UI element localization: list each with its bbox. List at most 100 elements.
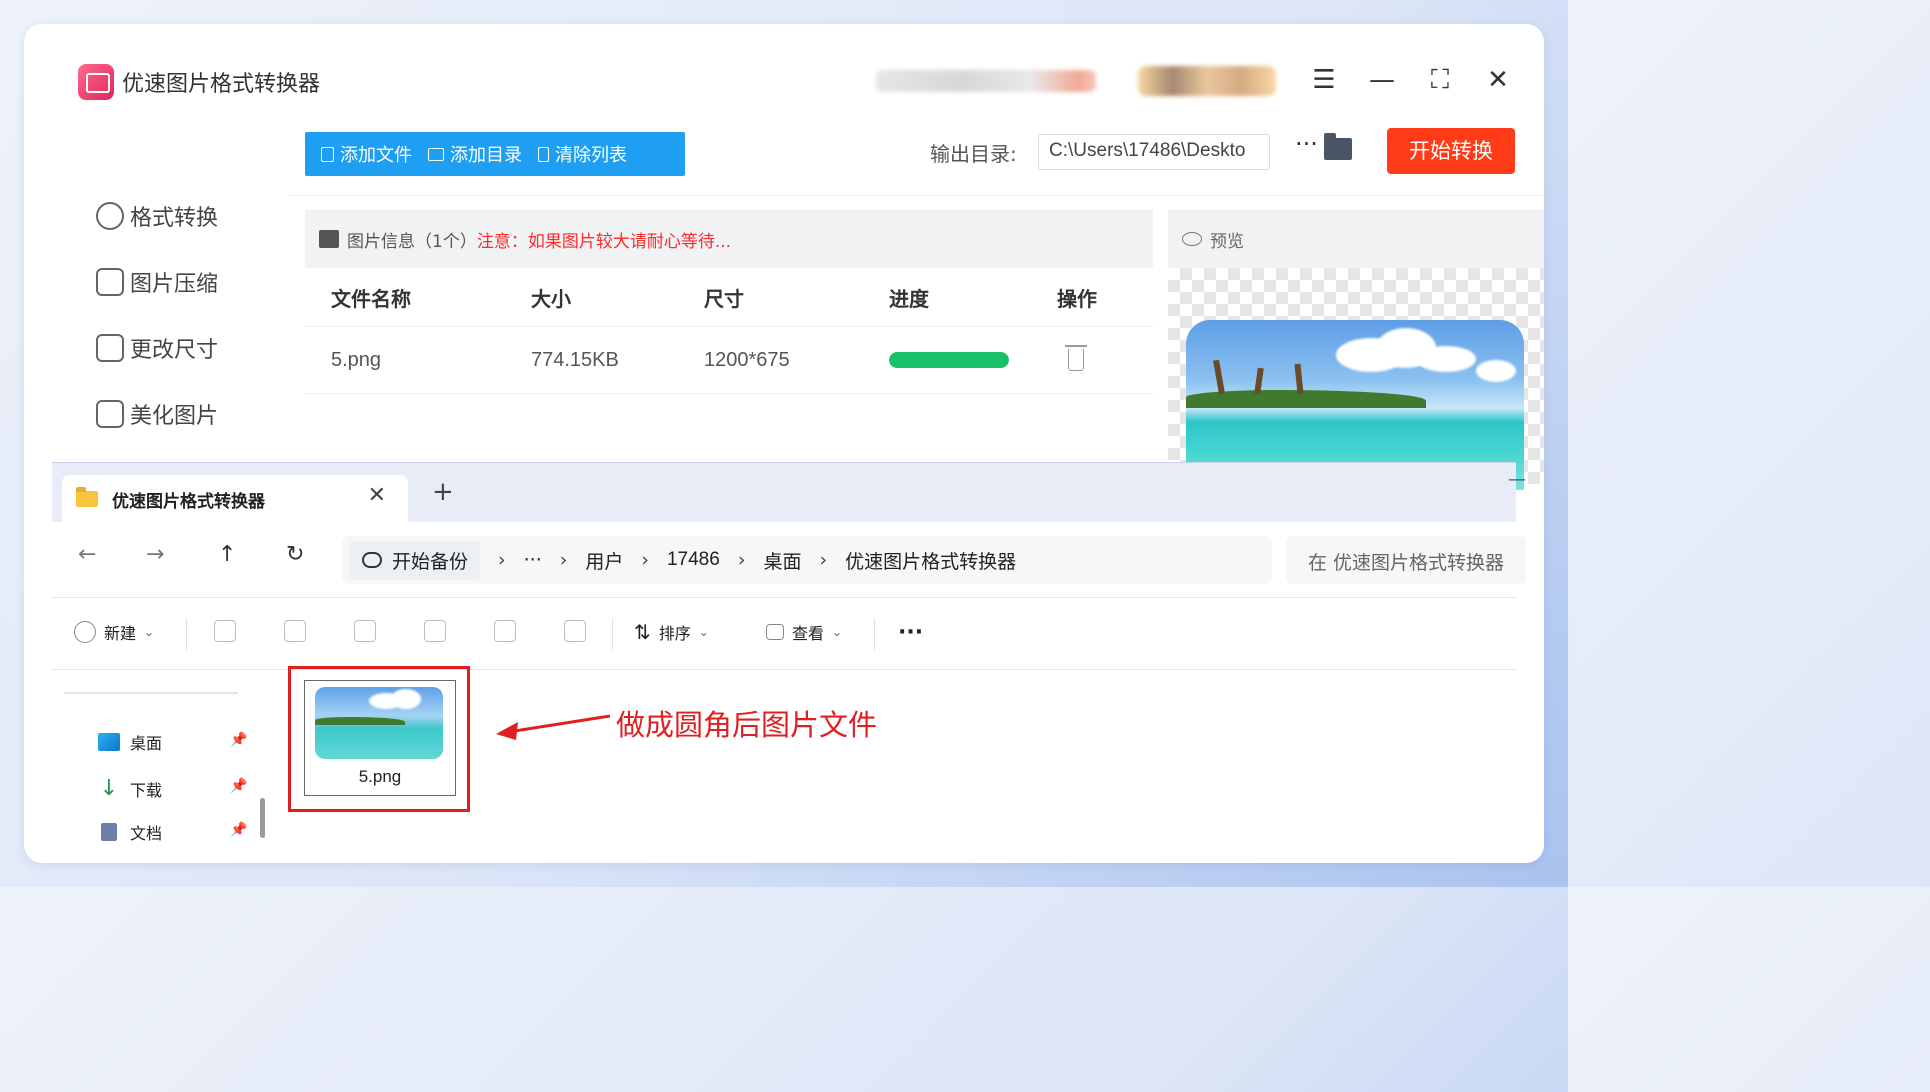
menu-icon[interactable]: ☰: [1306, 62, 1342, 98]
breadcrumb-item[interactable]: 17486: [667, 549, 720, 571]
tab-converter-folder[interactable]: 优速图片格式转换器 ✕: [62, 475, 408, 523]
add-dir-button[interactable]: 添加目录: [412, 141, 522, 167]
maximize-icon[interactable]: ⛶: [1422, 62, 1458, 98]
file-tile[interactable]: 5.png: [304, 680, 456, 796]
preview-eye-icon: [1182, 232, 1202, 246]
resize-icon: [96, 334, 124, 362]
toolbar: 添加文件 添加目录 清除列表 输出目录: C:\Users\17486\Desk…: [290, 108, 1544, 196]
more-options-button[interactable]: ···: [1295, 130, 1318, 158]
preview-title: 预览: [1210, 231, 1244, 252]
start-convert-button[interactable]: 开始转换: [1387, 128, 1515, 174]
sort-button[interactable]: ⇅ 排序 ⌄: [634, 620, 709, 644]
minimize-icon[interactable]: —: [1364, 62, 1400, 98]
refresh-icon[interactable]: ↻: [286, 542, 304, 567]
file-area: 5.png 做成圆角后图片文件: [284, 666, 1516, 842]
nav-item-downloads[interactable]: ↓ 下载: [98, 776, 162, 801]
nav-scrollbar[interactable]: [260, 798, 265, 838]
image-info-panel: 图片信息（1个） 注意：如果图片较大请耐心等待... 文件名称 大小 尺寸 进度…: [305, 210, 1153, 484]
annotation-arrow-icon: [496, 714, 611, 740]
sort-icon: ⇅: [634, 620, 651, 644]
app-logo-icon: [78, 64, 114, 100]
sidebar-item-label: 更改尺寸: [130, 338, 219, 363]
search-input[interactable]: 在 优速图片格式转换器: [1286, 536, 1526, 584]
address-bar[interactable]: 开始备份 › ··· › 用户 › 17486 › 桌面 › 优速图片格式转换器: [342, 536, 1272, 584]
blurred-account-info: [876, 70, 1096, 92]
more-commands-button[interactable]: ···: [898, 620, 923, 645]
paste-icon[interactable]: [354, 620, 376, 642]
table-header: 文件名称 大小 尺寸 进度 操作: [305, 268, 1153, 326]
address-row: ← → ↑ ↻ 开始备份 › ··· › 用户 › 17486 › 桌面 › 优…: [52, 522, 1526, 598]
forward-arrow-icon[interactable]: →: [146, 542, 164, 567]
up-arrow-icon[interactable]: ↑: [218, 542, 236, 567]
chevron-right-icon: ›: [559, 549, 568, 571]
copy-icon[interactable]: [284, 620, 306, 642]
preview-header: 预览: [1168, 210, 1544, 268]
sidebar-item-beautify[interactable]: 美化图片: [96, 398, 218, 430]
sort-label: 排序: [658, 624, 691, 643]
cut-icon[interactable]: [214, 620, 236, 642]
window-minimize-icon[interactable]: —: [1508, 469, 1526, 490]
pin-icon[interactable]: 📌: [230, 732, 247, 748]
desktop-icon: [98, 733, 120, 751]
info-title: 图片信息（1个）: [347, 231, 477, 252]
table-row[interactable]: 5.png 774.15KB 1200*675: [305, 326, 1153, 394]
delete-row-icon[interactable]: [1065, 345, 1087, 371]
divider: [64, 692, 238, 694]
delete-icon[interactable]: [564, 620, 586, 642]
nav-item-documents[interactable]: 文档: [98, 820, 162, 844]
column-header: 文件名称: [331, 286, 411, 311]
backup-button[interactable]: 开始备份: [350, 540, 481, 580]
rename-icon[interactable]: [424, 620, 446, 642]
title-bar: 优速图片格式转换器 ☰ — ⛶ ✕: [48, 52, 1544, 108]
breadcrumb-item[interactable]: 桌面: [763, 547, 801, 574]
output-dir-input[interactable]: C:\Users\17486\Deskto: [1038, 134, 1270, 170]
add-file-button[interactable]: 添加文件: [305, 141, 412, 167]
divider: [874, 618, 875, 650]
image-icon: [319, 230, 339, 248]
breadcrumb-item[interactable]: 优速图片格式转换器: [845, 547, 1016, 574]
trash-icon: [538, 146, 549, 162]
view-button[interactable]: 查看 ⌄: [766, 620, 842, 644]
sidebar-item-compress[interactable]: 图片压缩: [96, 266, 218, 298]
file-name-cell: 5.png: [331, 348, 382, 371]
download-icon: ↓: [99, 776, 119, 801]
sidebar-item-label: 图片压缩: [130, 272, 219, 297]
output-dir-label: 输出目录:: [930, 142, 1017, 166]
nav-label: 文档: [130, 824, 163, 843]
beautify-icon: [96, 400, 124, 428]
chevron-right-icon: ›: [498, 549, 506, 571]
info-warning: 注意：如果图片较大请耐心等待...: [476, 231, 732, 252]
tab-close-icon[interactable]: ✕: [368, 483, 386, 508]
new-button[interactable]: 新建 ⌄: [74, 620, 154, 644]
view-label: 查看: [792, 624, 825, 643]
sidebar-item-format[interactable]: 格式转换: [96, 200, 218, 232]
nav-label: 下载: [130, 780, 163, 800]
back-arrow-icon[interactable]: ←: [78, 542, 96, 567]
view-icon: [766, 624, 784, 640]
divider: [186, 618, 187, 650]
tab-title: 优速图片格式转换器: [112, 491, 265, 512]
pin-icon[interactable]: 📌: [230, 822, 247, 838]
converter-app: 优速图片格式转换器 ☰ — ⛶ ✕ 格式转换 图片压缩 更改尺寸 美化图片 添加…: [48, 24, 1544, 490]
column-header: 大小: [531, 286, 571, 311]
sidebar: 格式转换 图片压缩 更改尺寸 美化图片: [48, 108, 290, 484]
command-bar: 新建 ⌄ ⇅ 排序 ⌄ 查看 ⌄ ···: [52, 598, 1516, 670]
close-icon[interactable]: ✕: [1480, 62, 1516, 98]
clear-list-button[interactable]: 清除列表: [522, 141, 627, 167]
sidebar-item-resize[interactable]: 更改尺寸: [96, 332, 218, 364]
chevron-down-icon: ⌄: [832, 625, 843, 639]
annotation-text: 做成圆角后图片文件: [616, 708, 878, 742]
open-folder-icon[interactable]: [1324, 133, 1352, 160]
nav-item-desktop[interactable]: 桌面: [98, 730, 162, 754]
progress-bar: [889, 352, 1009, 368]
new-tab-icon[interactable]: +: [432, 477, 454, 507]
chevron-right-icon: ›: [737, 549, 746, 571]
share-icon[interactable]: [494, 620, 516, 642]
breadcrumb-overflow[interactable]: ···: [524, 549, 542, 571]
file-thumbnail: [315, 687, 443, 759]
pin-icon[interactable]: 📌: [230, 778, 247, 794]
preview-panel: 预览: [1168, 210, 1544, 490]
column-header: 尺寸: [704, 286, 744, 311]
folder-outline-icon: [428, 147, 444, 161]
breadcrumb-item[interactable]: 用户: [585, 547, 623, 574]
